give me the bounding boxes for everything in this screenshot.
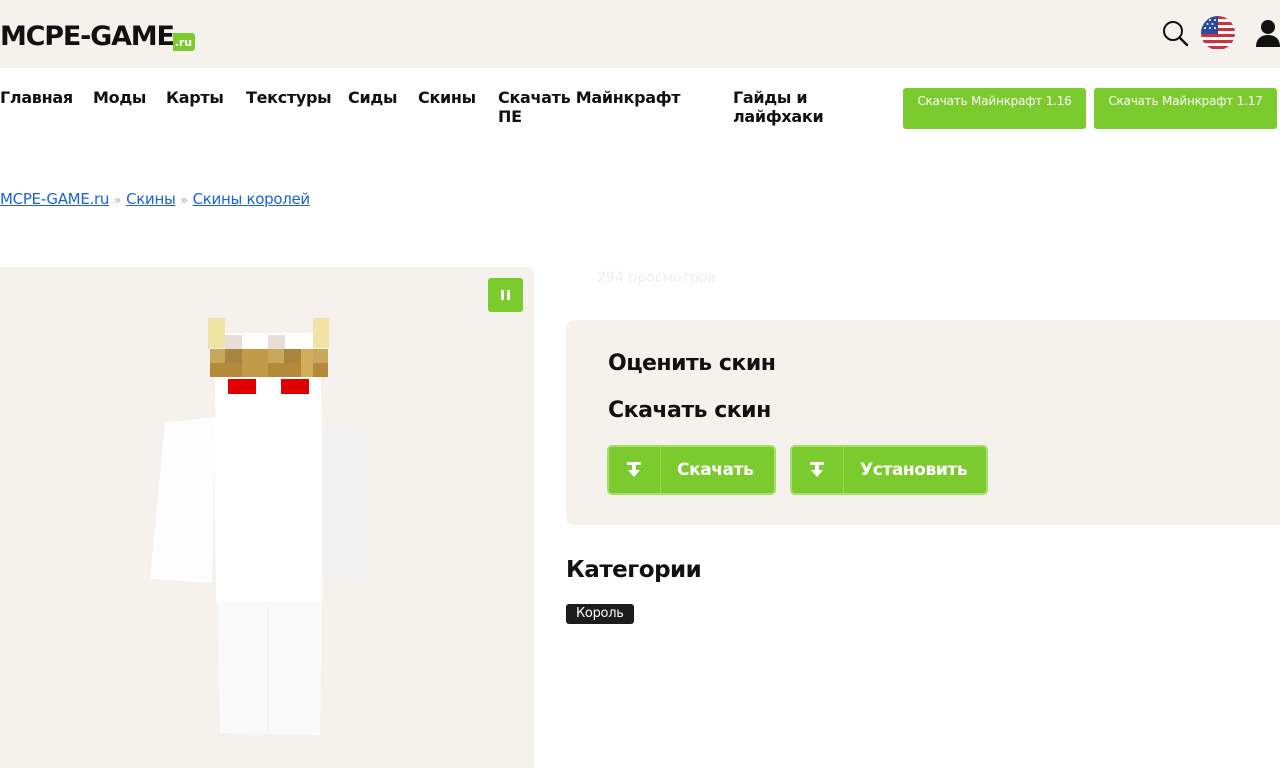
install-icon <box>792 447 844 493</box>
download-minecraft-116-button[interactable]: Скачать Майнкрафт 1.16 <box>903 88 1086 129</box>
logo-text: MCPE-GAME <box>0 21 175 52</box>
nav-item-textures[interactable]: Текстуры <box>246 88 332 107</box>
pause-animation-button[interactable] <box>488 278 523 312</box>
breadcrumb-home[interactable]: MCPE-GAME.ru <box>0 190 109 208</box>
download-icon <box>609 447 661 493</box>
top-bar: MCPE-GAME .ru <box>0 0 1280 68</box>
nav-item-home[interactable]: Главная <box>0 88 73 107</box>
download-minecraft-117-button[interactable]: Скачать Майнкрафт 1.17 <box>1094 88 1277 129</box>
nav-item-skins[interactable]: Скины <box>418 88 476 107</box>
breadcrumb-skins[interactable]: Скины <box>126 190 176 208</box>
breadcrumb: MCPE-GAME.ru » Скины » Скины королей <box>0 190 310 208</box>
search-icon[interactable] <box>1160 18 1190 48</box>
install-button-label: Установить <box>860 460 968 480</box>
us-flag-icon[interactable] <box>1200 15 1236 51</box>
breadcrumb-separator: » <box>114 193 122 207</box>
skin-preview-panel[interactable] <box>0 267 534 768</box>
breadcrumb-king-skins[interactable]: Скины королей <box>193 190 311 208</box>
view-count: 294 просмотров <box>597 270 716 286</box>
download-button-label: Скачать <box>677 460 754 480</box>
rate-skin-heading: Оценить скин <box>608 351 776 376</box>
logo-suffix: .ru <box>172 33 196 51</box>
skin-3d-model[interactable] <box>0 267 534 768</box>
install-button[interactable]: Установить <box>790 445 988 495</box>
download-skin-heading: Скачать скин <box>608 398 771 423</box>
nav-item-guides[interactable]: Гайды и лайфхаки <box>733 88 833 126</box>
user-icon[interactable] <box>1254 18 1280 48</box>
pause-icon <box>507 290 510 300</box>
nav-item-download-pe[interactable]: Скачать Майнкрафт ПЕ <box>498 88 698 126</box>
nav-item-seeds[interactable]: Сиды <box>348 88 397 107</box>
nav-item-maps[interactable]: Карты <box>166 88 224 107</box>
site-logo[interactable]: MCPE-GAME .ru <box>0 18 196 52</box>
pause-icon <box>501 290 504 300</box>
categories-heading: Категории <box>566 557 702 583</box>
breadcrumb-separator: » <box>180 193 188 207</box>
nav-item-mods[interactable]: Моды <box>93 88 146 107</box>
download-button[interactable]: Скачать <box>607 445 776 495</box>
category-tag-king[interactable]: Король <box>566 604 634 624</box>
